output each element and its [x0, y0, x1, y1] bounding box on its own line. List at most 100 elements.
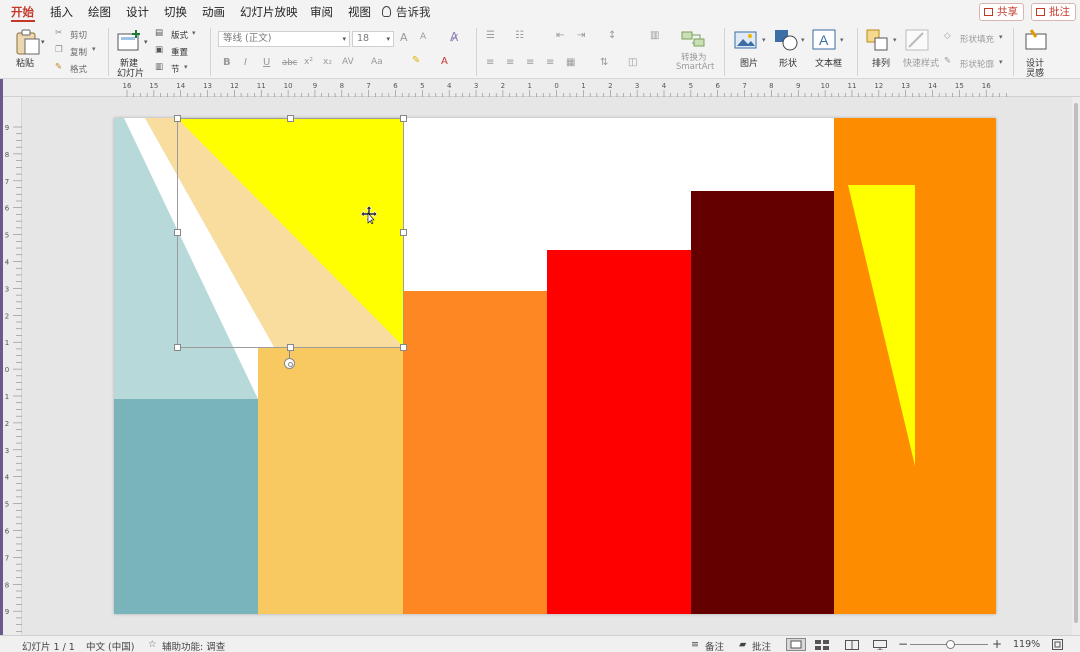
- scrollbar-thumb[interactable]: [1074, 103, 1078, 623]
- columns-icon[interactable]: ▥: [650, 30, 659, 41]
- ruler-tick-label: 9: [796, 82, 800, 90]
- section-dropdown-icon[interactable]: ▾: [184, 63, 188, 71]
- shapes-icon[interactable]: [774, 29, 800, 51]
- status-comments-button[interactable]: 批注: [752, 639, 771, 652]
- language-indicator[interactable]: 中文 (中国): [86, 639, 134, 652]
- char-spacing-button[interactable]: AV: [342, 57, 354, 67]
- layout-button[interactable]: 版式: [171, 29, 188, 41]
- resize-handle-top-right[interactable]: [400, 115, 407, 122]
- decrease-font-button[interactable]: A: [420, 32, 426, 42]
- scissors-icon: ✂: [55, 28, 63, 38]
- highlight-icon[interactable]: ✎: [412, 55, 420, 66]
- paste-icon[interactable]: [14, 29, 42, 55]
- tab-draw[interactable]: 绘图: [88, 4, 111, 20]
- align-right-icon[interactable]: ≡: [526, 57, 534, 68]
- shape-maroon-bar[interactable]: [691, 191, 834, 614]
- tab-animations[interactable]: 动画: [202, 4, 225, 20]
- comments-button[interactable]: 批注: [1031, 3, 1076, 21]
- resize-handle-bottom[interactable]: [287, 344, 294, 351]
- shape-dark-teal[interactable]: [114, 399, 258, 614]
- bold-button[interactable]: B: [223, 57, 231, 68]
- resize-handle-bottom-left[interactable]: [174, 344, 181, 351]
- layout-dropdown-icon[interactable]: ▾: [192, 29, 196, 37]
- italic-button[interactable]: I: [244, 57, 247, 68]
- shape-selection-box[interactable]: [177, 118, 404, 348]
- clear-format-icon[interactable]: A̷: [450, 30, 458, 44]
- normal-view-icon[interactable]: [786, 638, 806, 651]
- resize-handle-right[interactable]: [400, 229, 407, 236]
- font-color-icon[interactable]: A: [441, 56, 448, 67]
- arrange-dropdown-icon[interactable]: ▾: [893, 36, 897, 44]
- font-name-dropdown[interactable]: 等线 (正文) ▾: [218, 31, 350, 47]
- align-text-icon[interactable]: ◫: [628, 57, 637, 68]
- numbering-icon[interactable]: ☷: [515, 30, 524, 41]
- arrange-icon[interactable]: [866, 29, 890, 53]
- quick-styles-icon[interactable]: [905, 29, 931, 53]
- textbox-dropdown-icon[interactable]: ▾: [840, 36, 844, 44]
- picture-icon[interactable]: [734, 30, 758, 50]
- shapes-dropdown-icon[interactable]: ▾: [801, 36, 805, 44]
- font-size-dropdown[interactable]: 18 ▾: [352, 31, 394, 47]
- new-slide-icon[interactable]: [117, 29, 143, 53]
- tab-home[interactable]: 开始: [11, 4, 34, 20]
- line-spacing-icon[interactable]: ↕: [608, 30, 616, 41]
- resize-handle-top-left[interactable]: [174, 115, 181, 122]
- share-button[interactable]: 共享: [979, 3, 1024, 21]
- subscript-button[interactable]: x₂: [323, 57, 332, 67]
- accessibility-status[interactable]: 辅助功能: 调查: [162, 639, 225, 652]
- new-slide-dropdown-icon[interactable]: ▾: [144, 38, 148, 46]
- textbox-icon[interactable]: A: [812, 29, 838, 51]
- resize-handle-left[interactable]: [174, 229, 181, 236]
- format-painter-button[interactable]: 格式: [70, 63, 87, 75]
- resize-handle-bottom-right[interactable]: [400, 344, 407, 351]
- fit-to-window-icon[interactable]: [1052, 639, 1063, 650]
- tab-slideshow[interactable]: 幻灯片放映: [240, 4, 298, 20]
- copy-button[interactable]: 复制: [70, 46, 87, 58]
- zoom-slider-thumb[interactable]: [946, 640, 955, 649]
- zoom-out-icon[interactable]: −: [898, 637, 908, 651]
- justify-icon[interactable]: ≡: [546, 57, 554, 68]
- shape-outline-button[interactable]: 形状轮廓: [960, 58, 994, 70]
- align-center-icon[interactable]: ≡: [506, 57, 514, 68]
- bullets-icon[interactable]: ☰: [486, 30, 495, 41]
- section-button[interactable]: 节: [171, 63, 180, 75]
- reset-button[interactable]: 重置: [171, 46, 188, 58]
- smartart-icon[interactable]: [680, 29, 706, 49]
- paste-dropdown-icon[interactable]: ▾: [41, 38, 45, 46]
- resize-handle-top[interactable]: [287, 115, 294, 122]
- tell-me-search[interactable]: 告诉我: [382, 4, 431, 20]
- shape-outline-dropdown-icon[interactable]: ▾: [999, 58, 1003, 66]
- zoom-level[interactable]: 119%: [1013, 639, 1040, 650]
- shape-orange-bar[interactable]: [403, 291, 547, 614]
- picture-dropdown-icon[interactable]: ▾: [762, 36, 766, 44]
- tab-design[interactable]: 设计: [126, 4, 149, 20]
- rotate-handle[interactable]: [284, 358, 295, 369]
- notes-button[interactable]: 备注: [705, 639, 724, 652]
- tab-transitions[interactable]: 切换: [164, 4, 187, 20]
- cut-button[interactable]: 剪切: [70, 29, 87, 41]
- reading-view-icon[interactable]: [845, 640, 859, 650]
- zoom-in-icon[interactable]: +: [992, 637, 1002, 651]
- align-left-icon[interactable]: ≡: [486, 57, 494, 68]
- decrease-indent-icon[interactable]: ⇤: [556, 30, 564, 41]
- designer-icon[interactable]: [1023, 29, 1049, 51]
- shape-fill-button[interactable]: 形状填充: [960, 33, 994, 45]
- change-case-button[interactable]: Aa: [371, 57, 383, 67]
- shape-fill-dropdown-icon[interactable]: ▾: [999, 33, 1003, 41]
- tab-review[interactable]: 审阅: [310, 4, 333, 20]
- shape-red-bar[interactable]: [547, 250, 691, 614]
- distribute-icon[interactable]: ▦: [566, 57, 575, 68]
- increase-font-button[interactable]: A: [400, 31, 408, 44]
- text-direction-icon[interactable]: ⇅: [600, 57, 608, 68]
- superscript-button[interactable]: x²: [304, 57, 313, 67]
- slideshow-icon[interactable]: [873, 640, 887, 650]
- shape-light-orange[interactable]: [258, 347, 403, 614]
- tab-view[interactable]: 视图: [348, 4, 371, 20]
- copy-dropdown-icon[interactable]: ▾: [92, 45, 96, 53]
- underline-button[interactable]: U: [263, 57, 270, 68]
- strikethrough-button[interactable]: abc: [282, 58, 297, 68]
- tab-insert[interactable]: 插入: [50, 4, 73, 20]
- increase-indent-icon[interactable]: ⇥: [577, 30, 585, 41]
- slide-sorter-icon[interactable]: [815, 640, 829, 650]
- vertical-scrollbar[interactable]: [1072, 97, 1080, 635]
